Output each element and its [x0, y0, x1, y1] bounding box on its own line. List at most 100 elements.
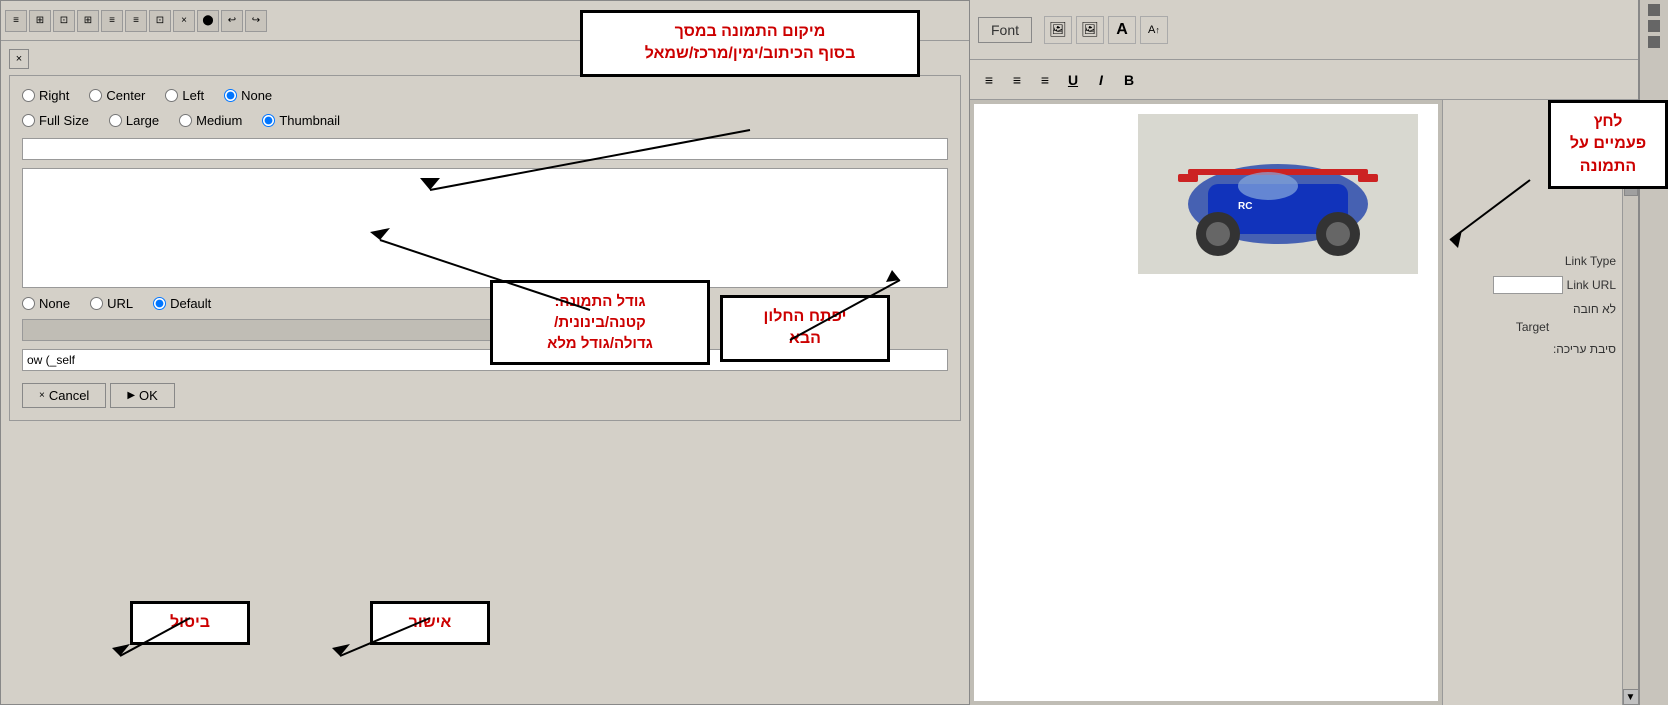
link-none-label: None: [39, 296, 70, 311]
align-center-icon[interactable]: ≡: [1006, 69, 1028, 91]
size-full-radio[interactable]: [22, 114, 35, 127]
url-bar: [22, 319, 512, 341]
size-full[interactable]: Full Size: [22, 113, 89, 128]
linktype-field-label: Link Type: [1565, 254, 1616, 268]
callout-top: מיקום התמונה במסךבסוף הכיתוב/ימין/מרכז/ש…: [580, 10, 920, 77]
size-large-radio[interactable]: [109, 114, 122, 127]
link-none-radio[interactable]: [22, 297, 35, 310]
align-left-icon[interactable]: ≡: [978, 69, 1000, 91]
toolbar-icon-1[interactable]: ≡: [5, 10, 27, 32]
cause-field-label: סיבת עריכה:: [1553, 342, 1616, 356]
toolbar-icon-5[interactable]: ≡: [101, 10, 123, 32]
callout-ok: אישור: [370, 601, 490, 645]
link-url-label: URL: [107, 296, 133, 311]
size-thumbnail[interactable]: Thumbnail: [262, 113, 340, 128]
size-thumbnail-label: Thumbnail: [279, 113, 340, 128]
callout-far-right: לחץפעמיים עלהתמונה: [1548, 100, 1668, 189]
alignment-left[interactable]: Left: [165, 88, 204, 103]
size-medium-radio[interactable]: [179, 114, 192, 127]
target-field-row: לא חובה Target: [1449, 302, 1616, 334]
car-svg: RC: [1138, 114, 1418, 274]
description-row: [22, 168, 948, 288]
toolbar-icon-8[interactable]: ×: [173, 10, 195, 32]
title-row: [22, 138, 948, 160]
close-icon: ×: [16, 53, 22, 65]
close-button[interactable]: ×: [9, 49, 29, 69]
form-panel: Right Center Left None: [9, 75, 961, 421]
size-medium[interactable]: Medium: [179, 113, 242, 128]
size-medium-label: Medium: [196, 113, 242, 128]
size-full-label: Full Size: [39, 113, 89, 128]
link-none[interactable]: None: [22, 296, 70, 311]
toolbar-icon-11[interactable]: ↪: [245, 10, 267, 32]
title-input[interactable]: [22, 138, 948, 160]
italic-icon[interactable]: I: [1090, 69, 1112, 91]
ok-button[interactable]: ▶ OK: [110, 383, 175, 408]
alignment-none-label: None: [241, 88, 272, 103]
alignment-center-label: Center: [106, 88, 145, 103]
target-field-label: Target: [1516, 320, 1549, 334]
link-default-radio[interactable]: [153, 297, 166, 310]
target-value: ow (_self: [27, 353, 75, 367]
linkurl-field-label: Link URL: [1567, 278, 1616, 292]
callout-bottom-right: יפתח החלוןהבא: [720, 295, 890, 362]
content-area: RC: [974, 104, 1438, 701]
link-url-radio[interactable]: [90, 297, 103, 310]
callout-cancel: ביטול: [130, 601, 250, 645]
align-right-icon[interactable]: ≡: [1034, 69, 1056, 91]
toolbar-icon-9[interactable]: ⬤: [197, 10, 219, 32]
ok-icon: ▶: [127, 390, 135, 401]
toolbar-fontsize-icon[interactable]: A↑: [1140, 16, 1168, 44]
alignment-none-radio[interactable]: [224, 89, 237, 102]
link-url[interactable]: URL: [90, 296, 133, 311]
toolbar-icon-7[interactable]: ⊡: [149, 10, 171, 32]
linktype-field-row: Link Type: [1449, 254, 1616, 268]
toolbar-image2-icon[interactable]: 🖼: [1076, 16, 1104, 44]
alignment-row: Right Center Left None: [22, 88, 948, 103]
alignment-none[interactable]: None: [224, 88, 272, 103]
bold-icon[interactable]: B: [1118, 69, 1140, 91]
sidebar-icon-1: [1648, 4, 1660, 16]
toolbar-icon-4[interactable]: ⊞: [77, 10, 99, 32]
underline-icon[interactable]: U: [1062, 69, 1084, 91]
linkurl-field-row: Link URL: [1449, 276, 1616, 294]
scroll-down[interactable]: ▼: [1623, 689, 1639, 705]
size-large[interactable]: Large: [109, 113, 159, 128]
alignment-right[interactable]: Right: [22, 88, 69, 103]
scrollbar[interactable]: ▲ ▼: [1622, 100, 1638, 705]
callout-cancel-text: ביטול: [170, 614, 210, 631]
button-row: × Cancel ▶ OK: [22, 383, 948, 408]
size-row: Full Size Large Medium Thumbnail: [22, 113, 948, 128]
toolbar-icon-2[interactable]: ⊞: [29, 10, 51, 32]
car-image: RC: [1138, 114, 1418, 274]
cancel-button[interactable]: × Cancel: [22, 383, 106, 408]
alignment-left-radio[interactable]: [165, 89, 178, 102]
alignment-center[interactable]: Center: [89, 88, 145, 103]
alignment-center-radio[interactable]: [89, 89, 102, 102]
callout-ok-text: אישור: [409, 614, 452, 631]
size-thumbnail-radio[interactable]: [262, 114, 275, 127]
toolbar-icon-3[interactable]: ⊡: [53, 10, 75, 32]
right-toolbar-2: ≡ ≡ ≡ U I B: [970, 60, 1638, 100]
alignment-right-label: Right: [39, 88, 69, 103]
callout-middle-text: גודל התמונה:קטנה/בינונית/גדולה/גודל מלא: [547, 293, 653, 352]
sidebar-icon-3: [1648, 36, 1660, 48]
description-textarea[interactable]: [22, 168, 948, 288]
toolbar-image-icon[interactable]: 🖼: [1044, 16, 1072, 44]
cause-field-row: סיבת עריכה:: [1449, 342, 1616, 356]
callout-middle: גודל התמונה:קטנה/בינונית/גדולה/גודל מלא: [490, 280, 710, 365]
right-fields-panel: Alignment Size Title Description Link Ty…: [1442, 100, 1622, 705]
toolbar-icon-6[interactable]: ≡: [125, 10, 147, 32]
link-default[interactable]: Default: [153, 296, 211, 311]
link-default-label: Default: [170, 296, 211, 311]
ok-label: OK: [139, 388, 158, 403]
callout-bottom-right-text: יפתח החלוןהבא: [764, 308, 847, 347]
size-large-label: Large: [126, 113, 159, 128]
toolbar-fontA-icon[interactable]: A: [1108, 16, 1136, 44]
callout-far-right-text: לחץפעמיים עלהתמונה: [1570, 113, 1646, 175]
cancel-label: Cancel: [49, 388, 89, 403]
toolbar-icon-10[interactable]: ↩: [221, 10, 243, 32]
link-url-input[interactable]: [1493, 276, 1563, 294]
alignment-right-radio[interactable]: [22, 89, 35, 102]
svg-text:RC: RC: [1238, 201, 1252, 212]
